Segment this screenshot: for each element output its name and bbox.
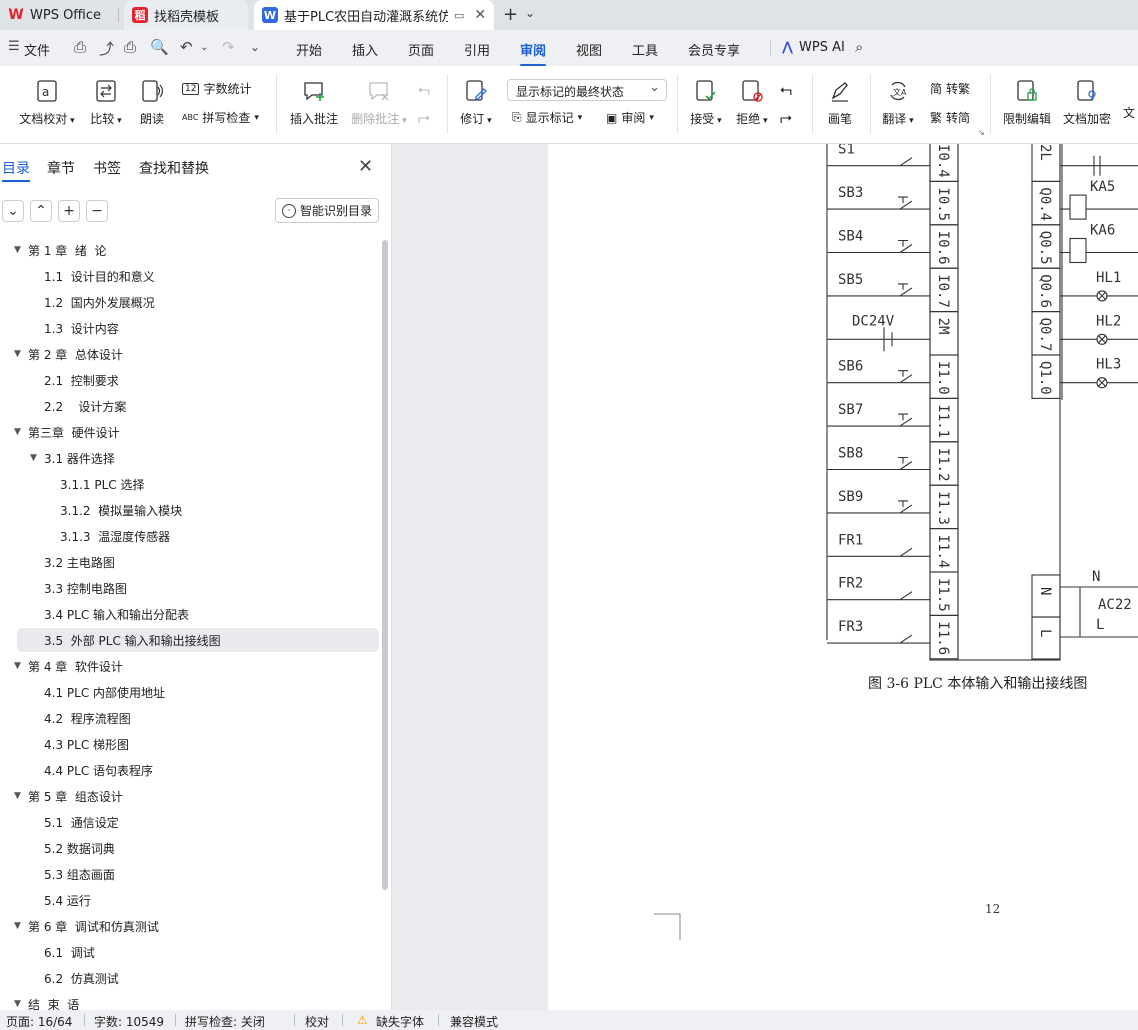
power-terminal-l bbox=[1031, 616, 1061, 660]
power-terminal-label: N bbox=[1037, 587, 1053, 595]
input-device-label: SB3 bbox=[838, 185, 863, 201]
warning-icon: ⚠ bbox=[357, 1013, 368, 1027]
input-terminal-label: I1.1 bbox=[935, 404, 951, 438]
pushbutton-mark bbox=[898, 283, 908, 290]
input-device-label: SB7 bbox=[838, 402, 863, 418]
input-device-label: FR2 bbox=[838, 576, 863, 592]
status-word-count[interactable]: 字数: 10549 bbox=[94, 1013, 164, 1030]
status-spell-check[interactable]: 拼写检查: 关闭 bbox=[185, 1013, 265, 1030]
switch-contact bbox=[899, 287, 913, 297]
input-terminal-label: I0.4 bbox=[935, 144, 951, 178]
power-label: L bbox=[1096, 617, 1104, 633]
input-device-label: SB9 bbox=[838, 489, 863, 505]
switch-contact bbox=[899, 461, 913, 470]
switch-contact bbox=[899, 374, 913, 384]
relay-coil bbox=[1069, 194, 1087, 220]
page-number: 12 bbox=[985, 902, 1001, 916]
input-terminal-label: I1.2 bbox=[935, 448, 951, 482]
output-device-label: KA5 bbox=[1090, 179, 1115, 195]
input-terminal-label: I1.6 bbox=[935, 621, 951, 655]
pushbutton-mark bbox=[898, 196, 908, 204]
output-device-label: HL1 bbox=[1096, 270, 1121, 286]
switch-contact bbox=[899, 634, 913, 644]
status-missing-font[interactable]: 缺失字体 bbox=[376, 1013, 424, 1030]
switch-contact bbox=[899, 591, 913, 601]
power-terminal-n bbox=[1031, 574, 1061, 618]
input-terminal-label: I1.5 bbox=[935, 578, 951, 612]
power-label: DC24V bbox=[852, 313, 895, 329]
input-device-label: SB6 bbox=[838, 359, 863, 375]
input-terminal-label: 2M bbox=[935, 318, 951, 335]
output-terminal-label: Q0.4 bbox=[1037, 187, 1053, 221]
input-device-label: FR1 bbox=[838, 532, 863, 548]
power-label: N bbox=[1092, 569, 1100, 585]
figure-caption: 图 3-6 PLC 本体输入和输出接线图 bbox=[868, 676, 1088, 692]
output-device-label: HL2 bbox=[1096, 313, 1121, 329]
pushbutton-mark bbox=[898, 370, 908, 377]
page-corner-mark bbox=[654, 913, 681, 940]
input-device-label: SB5 bbox=[838, 272, 863, 288]
input-device-label: FR3 bbox=[838, 619, 863, 635]
status-bar: 页面: 16/64 字数: 10549 拼写检查: 关闭 校对 ⚠ 缺失字体 兼… bbox=[0, 1010, 1138, 1030]
input-terminal-label: I0.5 bbox=[935, 187, 951, 221]
status-page[interactable]: 页面: 16/64 bbox=[6, 1013, 72, 1030]
switch-contact bbox=[899, 547, 913, 557]
relay-coil bbox=[1069, 237, 1087, 264]
switch-contact bbox=[899, 157, 913, 167]
output-terminal-label: Q1.0 bbox=[1037, 361, 1053, 395]
plc-wiring-diagram: I0.4 S1 I0.5 SB3 I0.6 SB4 I0.7 SB5 2M DC24V I1.0 SB… bbox=[826, 142, 1138, 661]
pushbutton-mark bbox=[898, 500, 908, 507]
switch-contact bbox=[899, 417, 913, 427]
input-device-label: SB4 bbox=[838, 229, 863, 245]
input-device-label: SB8 bbox=[838, 446, 863, 462]
pushbutton-mark bbox=[898, 456, 908, 464]
output-device-label: KA6 bbox=[1090, 223, 1115, 239]
status-compat-mode: 兼容模式 bbox=[450, 1015, 499, 1029]
input-terminal-label: I0.6 bbox=[935, 231, 951, 265]
input-terminal-label: I1.4 bbox=[935, 535, 951, 569]
switch-contact bbox=[899, 504, 913, 514]
input-terminal-label: I1.3 bbox=[935, 491, 951, 525]
status-proof[interactable]: 校对 bbox=[305, 1013, 329, 1030]
pushbutton-mark bbox=[898, 413, 908, 421]
power-terminal-label: L bbox=[1037, 629, 1053, 637]
switch-contact bbox=[899, 200, 913, 210]
output-terminal-label: Q0.6 bbox=[1037, 274, 1053, 308]
power-label: AC22 bbox=[1098, 597, 1132, 613]
input-terminal-label: I1.0 bbox=[935, 361, 951, 395]
output-terminal-label: 2L bbox=[1037, 144, 1053, 161]
pushbutton-mark bbox=[898, 239, 908, 247]
output-device-label: HL3 bbox=[1096, 357, 1121, 373]
output-terminal-label: Q0.7 bbox=[1037, 318, 1053, 352]
switch-contact bbox=[899, 244, 913, 253]
output-terminal-label: Q0.5 bbox=[1037, 231, 1053, 265]
input-device-label: S1 bbox=[838, 142, 855, 158]
input-terminal-label: I0.7 bbox=[935, 274, 951, 308]
